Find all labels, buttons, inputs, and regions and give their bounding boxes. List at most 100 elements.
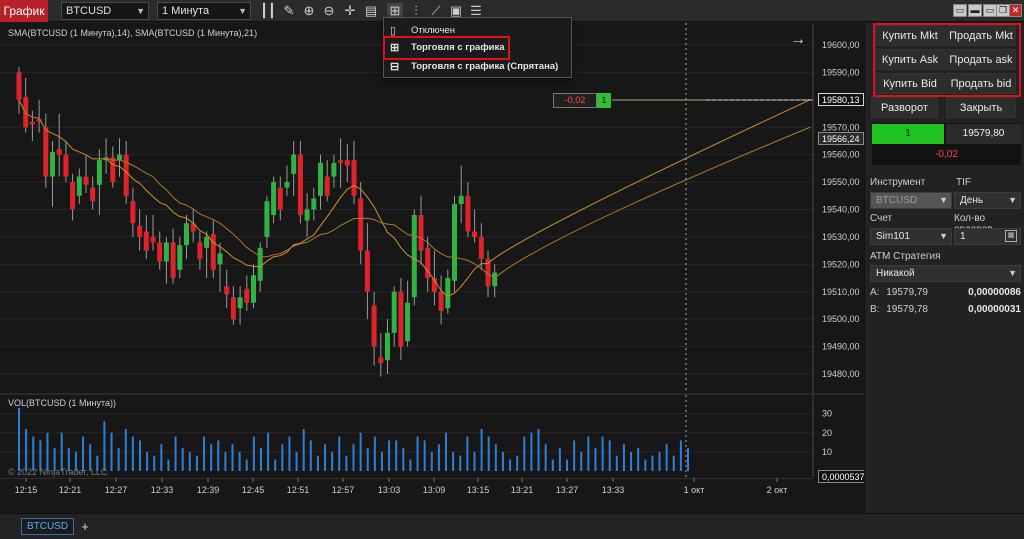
reverse-button[interactable]: Разворот [871,97,938,118]
chart-area[interactable]: 19600,00 19590,00 19570,00 19560,00 19550,00… [0,23,869,536]
draw-icon[interactable]: ✎ [281,3,297,19]
volume-tick-label: 10 [822,447,832,457]
tif-select-value: День [960,195,984,206]
restore-icon[interactable]: ▭ [983,4,997,17]
candle-body [445,278,451,309]
menu-item-chart-trading-hidden[interactable]: ⊟ Торговля с графика (Спрятана) [384,58,573,76]
buy-market-button[interactable]: Купить Mkt [875,25,945,46]
volume-bar [252,436,255,471]
time-tick-label: 13:03 [378,485,401,495]
zoom-out-icon[interactable]: ⊖ [321,3,337,19]
zoom-in-icon[interactable]: ⊕ [301,3,317,19]
price-chart[interactable]: 19600,00 19590,00 19570,00 19560,00 19550,00… [0,23,864,393]
window-menu-icon[interactable]: ▭ [953,4,967,17]
volume-bar [359,432,362,471]
volume-bar [409,459,412,471]
tif-select[interactable]: День ▼ [954,192,1021,209]
volume-bar [138,440,141,471]
buy-ask-button[interactable]: Купить Ask [875,49,945,70]
price-tick-label: 19600,00 [822,40,860,50]
candle-body [210,234,216,270]
position-qty: 1 [597,93,611,108]
atm-strategy-select[interactable]: Никакой ▼ [870,265,1021,282]
volume-bar [630,451,633,471]
time-tick-label: 12:39 [197,485,220,495]
time-tick-label: 12:33 [151,485,174,495]
atm-strategy-value: Никакой [876,268,915,279]
properties-icon[interactable]: ▤ [363,3,379,19]
time-tick-label: 12:21 [59,485,82,495]
sell-bid-button[interactable]: Продать bid [946,73,1016,94]
volume-bar [267,432,270,471]
candle-body [277,187,283,210]
volume-bar [608,440,611,471]
quantity-input[interactable]: 1 ▦ [954,228,1021,245]
buy-bid-button[interactable]: Купить Bid [875,73,945,94]
candle-body [331,162,337,177]
volume-bar [288,436,291,471]
candle-body [304,209,310,221]
candle-body [311,198,317,210]
tif-label: TIF [956,177,971,188]
close-icon[interactable]: ✕ [1009,4,1022,17]
time-tick-label: 12:45 [242,485,265,495]
sell-ask-button[interactable]: Продать ask [946,49,1016,70]
menu-item-disabled[interactable]: ▯ Отключен [384,22,573,40]
calculator-icon[interactable]: ▦ [1005,230,1017,242]
ask-size: 0,00000086 [968,287,1021,298]
volume-bar [523,436,526,471]
candle-body [318,162,323,196]
volume-bar [373,436,376,471]
volume-bar [345,455,348,471]
candle-body [411,214,417,298]
candle-body [271,182,277,215]
current-price-tag: 19580,13 [818,93,864,106]
volume-bar [309,440,312,471]
chart-trader-off-icon: ▯ [390,25,397,37]
arrow-right-icon[interactable]: → [790,31,806,49]
chevron-down-icon: ▼ [136,6,145,16]
volume-bar [480,428,483,471]
candle-body [96,160,102,185]
instrument-field-value: BTCUSD [876,195,918,206]
candle-body [358,198,364,251]
interval-selector[interactable]: 1 Минута ▼ [157,2,251,20]
instrument-selector[interactable]: BTCUSD ▼ [61,2,149,20]
account-label: Счет [870,213,893,224]
volume-bar [566,459,569,471]
volume-bar [331,451,334,471]
volume-bar [160,444,163,471]
bar-style-icon[interactable]: ┃┃ [260,3,276,19]
candle-body [50,151,55,177]
volume-bar [388,440,391,471]
candle-body [110,157,116,183]
minimize-icon[interactable]: ▬ [968,4,982,17]
volume-bar [437,444,440,471]
crosshair-icon[interactable]: ✛ [342,3,358,19]
candle-body [371,305,377,347]
time-tick-label: 12:15 [15,485,38,495]
sell-market-button[interactable]: Продать Mkt [946,25,1016,46]
quantity-input-value: 1 [960,231,966,242]
price-tick-label: 19520,00 [822,259,860,269]
volume-bar [259,448,262,471]
chart-window-tab[interactable]: График [0,0,48,22]
add-tab-icon[interactable]: + [78,519,92,534]
menu-item-label: Отключен [411,25,455,36]
maximize-icon[interactable]: ❐ [996,4,1010,17]
account-select[interactable]: Sim101 ▼ [870,228,952,245]
ask-price-tag: 19566,24 [818,132,864,145]
close-position-button[interactable]: Закрыть [946,97,1016,118]
instrument-tab[interactable]: BTCUSD [21,518,74,535]
volume-bar [473,451,476,471]
volume-bar [231,444,234,471]
candle-body [123,154,129,196]
price-tick-label: 19560,00 [822,150,860,160]
time-tick-label: 1 окт [684,485,705,495]
position-flag[interactable]: -0,02 1 [553,93,611,108]
volume-chart[interactable]: 30 20 10 [0,395,864,477]
volume-bar [210,444,213,471]
volume-bar [665,444,668,471]
menu-item-chart-trading[interactable]: ⊞ Торговля с графика [384,39,573,57]
volume-bar [324,444,327,471]
